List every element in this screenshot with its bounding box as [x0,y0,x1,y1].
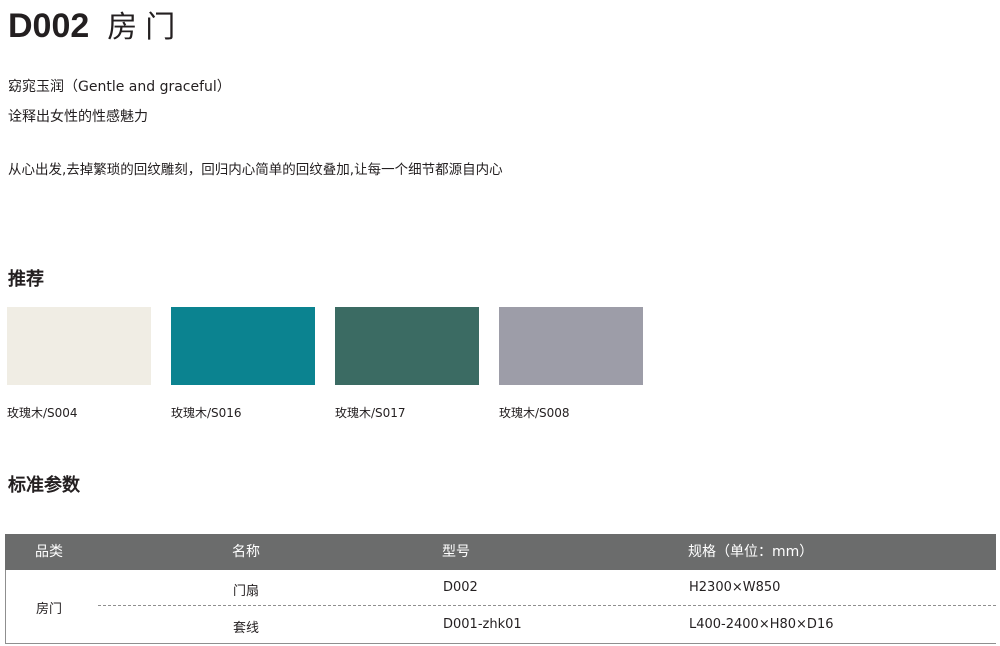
row-1-size: H2300×W850 [689,580,781,595]
recommend-heading: 推荐 [8,269,44,290]
product-title: D002 房门 [8,2,183,46]
swatch-label: 玫瑰木/S016 [171,406,242,420]
row-2-model: D001-zhk01 [443,617,522,632]
row-1-name: 门扇 [233,584,260,599]
swatch-color-chip[interactable] [7,307,151,385]
swatch-label: 玫瑰木/S008 [499,406,570,420]
swatch-color-chip[interactable] [499,307,643,385]
table-header: 品类 名称 型号 规格（单位：mm） [5,534,996,570]
table-bottom-rule [6,643,996,644]
specs-table: 品类 名称 型号 规格（单位：mm） 房门 门扇 D002 H2300×W850… [5,534,996,644]
swatch-item[interactable]: 玫瑰木/S017 [335,307,479,421]
header-model: 型号 [442,544,470,560]
row-divider [98,605,996,606]
row-2-name: 套线 [233,621,260,636]
swatch-item[interactable]: 玫瑰木/S016 [171,307,315,421]
tagline-line-1: 窈窕玉润（Gentle and graceful） [8,79,231,95]
product-description: 从心出发,去掉繁琐的回纹雕刻，回归内心简单的回纹叠加,让每一个细节都源自内心 [8,162,503,178]
category-cell: 房门 [36,602,63,617]
swatch-label: 玫瑰木/S017 [335,406,406,420]
swatch-color-chip[interactable] [335,307,479,385]
header-category: 品类 [35,544,63,560]
swatch-list: 玫瑰木/S004 玫瑰木/S016 玫瑰木/S017 玫瑰木/S008 [7,307,667,427]
header-size: 规格（单位：mm） [688,544,814,560]
row-2-size: L400-2400×H80×D16 [689,617,834,632]
swatch-item[interactable]: 玫瑰木/S008 [499,307,643,421]
swatch-item[interactable]: 玫瑰木/S004 [7,307,151,421]
row-1-model: D002 [443,580,478,595]
swatch-label: 玫瑰木/S004 [7,406,78,420]
swatch-color-chip[interactable] [171,307,315,385]
specs-heading: 标准参数 [8,475,80,496]
tagline-line-2: 诠释出女性的性感魅力 [8,109,148,125]
product-name: 房门 [107,10,184,45]
table-body: 房门 门扇 D002 H2300×W850 套线 D001-zhk01 L400… [5,570,996,644]
header-name: 名称 [232,544,260,560]
product-code: D002 [8,7,90,45]
